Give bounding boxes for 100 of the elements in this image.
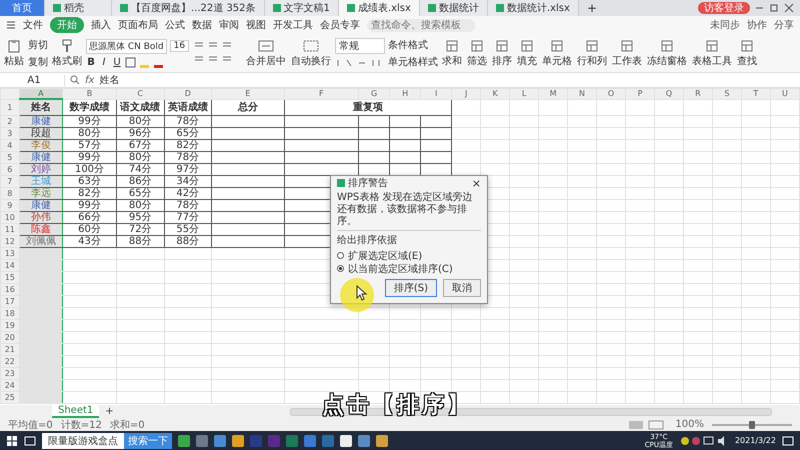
new-tab-button[interactable]: + <box>578 0 605 16</box>
document-tab[interactable]: 【百度网盘】...22道 352条 <box>112 0 265 16</box>
underline-button[interactable]: U <box>112 56 122 68</box>
bold-button[interactable]: B <box>86 56 96 68</box>
conditional-format-button[interactable]: 条件格式 <box>388 38 438 52</box>
app-icon[interactable] <box>376 434 388 446</box>
column-header[interactable]: L <box>510 88 539 99</box>
row-header[interactable]: 7 <box>0 176 20 188</box>
search-field[interactable]: 查找命令、搜索模板 <box>367 18 475 32</box>
taskbar-search-field[interactable]: 限量版游戏盒点 <box>42 432 124 448</box>
row-header[interactable]: 16 <box>0 284 20 296</box>
column-header[interactable]: U <box>770 88 800 99</box>
menu-tab[interactable]: 数据 <box>192 18 212 32</box>
document-tab[interactable]: 数据统计.xlsx <box>488 0 579 16</box>
notification-icon[interactable] <box>782 434 794 446</box>
app-icon[interactable] <box>232 434 244 446</box>
row-header[interactable]: 15 <box>0 272 20 284</box>
column-header[interactable]: D <box>164 88 212 99</box>
toolbar-link[interactable]: 未同步 <box>710 18 740 32</box>
app-icon[interactable] <box>340 434 352 446</box>
column-header[interactable]: H <box>390 88 421 99</box>
row-header[interactable]: 23 <box>0 368 20 380</box>
row-header[interactable]: 8 <box>0 188 20 200</box>
menu-tab[interactable]: 开发工具 <box>273 18 313 32</box>
row-header[interactable]: 5 <box>0 152 20 164</box>
column-header[interactable]: J <box>452 88 481 99</box>
zoom-level[interactable]: 100% <box>675 419 704 430</box>
row-header[interactable]: 9 <box>0 200 20 212</box>
menu-tab[interactable]: 插入 <box>91 18 111 32</box>
ribbon-tool-button[interactable]: 排序 <box>491 38 514 68</box>
search-button[interactable]: 搜索一下 <box>124 432 172 448</box>
ribbon-tool-button[interactable]: 工作表 <box>611 38 644 68</box>
windows-start-icon[interactable] <box>6 434 18 446</box>
column-header[interactable]: F <box>284 88 359 99</box>
menu-tab[interactable]: 审阅 <box>219 18 239 32</box>
home-tab[interactable]: 首页 <box>0 0 45 16</box>
row-header[interactable]: 17 <box>0 296 20 308</box>
column-header[interactable]: N <box>568 88 597 99</box>
radio-option[interactable]: 以当前选定区域排序(C) <box>337 262 481 275</box>
copy-button[interactable]: 复制 <box>28 54 48 68</box>
document-tab[interactable]: 稻壳 <box>45 0 112 16</box>
italic-button[interactable]: I <box>99 56 109 68</box>
wrap-text-button[interactable]: 自动换行 <box>290 38 332 68</box>
column-header[interactable]: C <box>116 88 164 99</box>
font-dropdown[interactable]: 思源黑体 CN Bold <box>86 38 167 54</box>
column-header[interactable]: T <box>741 88 770 99</box>
name-box[interactable]: A1 <box>4 74 65 86</box>
dialog-button[interactable]: 取消 <box>443 279 481 297</box>
number-format-dropdown[interactable]: 常规 <box>335 38 386 54</box>
add-sheet-button[interactable]: + <box>105 406 114 417</box>
dialog-button[interactable]: 排序(S) <box>384 279 437 297</box>
row-header[interactable]: 22 <box>0 356 20 368</box>
document-tab[interactable]: 数据统计 <box>420 0 488 16</box>
ribbon-tool-button[interactable]: 填充 <box>516 38 538 68</box>
ribbon-tool-button[interactable]: 单元格 <box>541 38 574 68</box>
toolbar-link[interactable]: 协作 <box>747 18 767 32</box>
cell-style-button[interactable]: 单元格样式 <box>388 54 438 68</box>
radio-button[interactable] <box>337 265 344 272</box>
ribbon-tool-button[interactable]: 表格工具 <box>691 38 734 68</box>
search-icon[interactable] <box>70 75 80 85</box>
row-header[interactable]: 2 <box>0 116 20 128</box>
row-header[interactable]: 10 <box>0 212 20 224</box>
column-header[interactable]: A <box>19 88 63 99</box>
menu-tab[interactable]: 视图 <box>246 18 266 32</box>
column-header[interactable]: P <box>626 88 654 99</box>
row-header[interactable]: 25 <box>0 392 20 404</box>
ribbon-tool-button[interactable]: 行和列 <box>576 38 608 68</box>
ribbon-tool-button[interactable]: 求和 <box>441 38 464 68</box>
row-header[interactable]: 20 <box>0 332 20 344</box>
column-header[interactable]: Q <box>654 88 684 99</box>
login-button[interactable]: 访客登录 <box>698 2 750 14</box>
radio-button[interactable] <box>337 252 344 259</box>
window-controls-icon[interactable] <box>754 3 794 13</box>
ribbon-tool-button[interactable]: 筛选 <box>466 38 488 68</box>
menu-tab[interactable]: 会员专享 <box>320 18 360 32</box>
row-header[interactable]: 3 <box>0 128 20 140</box>
font-size-dropdown[interactable]: 16 <box>170 40 190 52</box>
merge-center-button[interactable]: 合并居中 <box>245 38 288 68</box>
column-header[interactable]: E <box>212 88 284 99</box>
zoom-slider-thumb[interactable] <box>749 420 755 428</box>
ribbon-tool-button[interactable]: 冻结窗格 <box>646 38 688 68</box>
format-painter-button[interactable]: 格式刷 <box>51 38 83 68</box>
radio-option[interactable]: 扩展选定区域(E) <box>337 249 481 262</box>
row-header[interactable]: 24 <box>0 380 20 392</box>
row-header[interactable]: 6 <box>0 164 20 176</box>
row-header[interactable]: 13 <box>0 248 20 260</box>
menu-tab[interactable]: 公式 <box>165 18 185 32</box>
file-menu[interactable]: 文件 <box>23 18 43 32</box>
row-header[interactable]: 19 <box>0 320 20 332</box>
row-header[interactable]: 14 <box>0 260 20 272</box>
document-tab[interactable]: 文字文稿1 <box>264 0 339 16</box>
document-tab[interactable]: 成绩表.xlsx <box>338 0 420 16</box>
menu-tab[interactable]: 开始 <box>50 17 84 33</box>
column-header[interactable]: G <box>358 88 390 99</box>
row-header[interactable]: 4 <box>0 140 20 152</box>
sheet-tab[interactable]: Sheet1 <box>52 405 100 418</box>
row-header[interactable]: 21 <box>0 344 20 356</box>
toolbar-link[interactable]: 分享 <box>774 18 794 32</box>
row-header[interactable]: 18 <box>0 308 20 320</box>
menu-tab[interactable]: 页面布局 <box>118 18 158 32</box>
